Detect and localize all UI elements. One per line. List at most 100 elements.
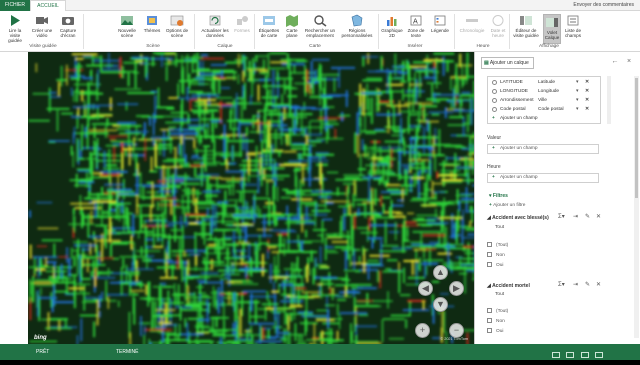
remove-field-icon[interactable]: ✕ bbox=[585, 87, 589, 96]
heat-streak bbox=[95, 160, 120, 162]
heat-streak bbox=[182, 194, 184, 214]
send-feedback-link[interactable]: Envoyer des commentaires bbox=[573, 0, 634, 11]
heat-streak bbox=[281, 197, 291, 199]
field-radio[interactable] bbox=[492, 80, 497, 85]
themes-button[interactable]: Thèmes bbox=[142, 14, 162, 33]
filters-section-header[interactable]: ▾ Filtres bbox=[489, 193, 508, 199]
tab-home[interactable]: ACCUEIL bbox=[30, 0, 66, 11]
delete-filter-icon[interactable]: ✕ bbox=[596, 213, 601, 220]
back-arrow-icon[interactable]: ← bbox=[611, 58, 619, 66]
shapes-button[interactable]: Formes bbox=[233, 14, 251, 33]
field-row-code-postal[interactable]: Code postal Code postal ▾ ✕ bbox=[490, 105, 602, 114]
remove-field-icon[interactable]: ✕ bbox=[585, 78, 589, 87]
play-tour-button[interactable]: Lire la visite guidée bbox=[4, 14, 26, 43]
field-radio[interactable] bbox=[492, 98, 497, 103]
sum-icon[interactable]: Σ▾ bbox=[558, 213, 565, 220]
chevron-down-icon[interactable]: ▾ bbox=[576, 78, 578, 87]
flat-map-button[interactable]: Carte plane bbox=[283, 14, 301, 38]
filter-1-option-yes[interactable]: Oui bbox=[487, 262, 503, 268]
field-list-scrollbar[interactable] bbox=[607, 76, 611, 124]
filter-apply-icon[interactable]: ⇥ bbox=[573, 213, 578, 220]
date-time-button[interactable]: Date et heure bbox=[489, 14, 507, 38]
field-row-latitude[interactable]: LATITUDE Latitude ▾ ✕ bbox=[490, 78, 602, 87]
filter-1-option-no[interactable]: Non bbox=[487, 252, 505, 258]
heat-streak bbox=[251, 206, 253, 218]
pan-down-button[interactable]: ▼ bbox=[433, 297, 448, 312]
filter-2-option-all[interactable]: (Tout) bbox=[487, 308, 508, 314]
sum-icon[interactable]: Σ▾ bbox=[558, 281, 565, 288]
create-video-button[interactable]: Créer une vidéo bbox=[30, 14, 54, 38]
filter-1-option-all[interactable]: (Tout) bbox=[487, 242, 508, 248]
remove-field-icon[interactable]: ✕ bbox=[585, 105, 589, 114]
add-layer-button[interactable]: ▤ Ajouter un calque bbox=[481, 57, 534, 69]
add-location-field[interactable]: + Ajouter un champ bbox=[490, 114, 602, 123]
filter-2-header[interactable]: ◢ Accident mortel bbox=[487, 283, 530, 289]
delete-filter-icon[interactable]: ✕ bbox=[596, 281, 601, 288]
heat-streak bbox=[126, 102, 128, 111]
heat-streak bbox=[102, 211, 108, 213]
refresh-data-button[interactable]: Actualiser les données bbox=[199, 14, 231, 38]
checkbox[interactable] bbox=[487, 262, 492, 267]
find-location-button[interactable]: Rechercher un emplacement bbox=[303, 14, 337, 38]
heat-streak bbox=[230, 110, 232, 128]
remove-field-icon[interactable]: ✕ bbox=[585, 96, 589, 105]
heatmap-map-view[interactable]: ▲ ◀ ▶ ▼ + − bing © 2021 TomTom bbox=[28, 52, 474, 344]
pan-right-button[interactable]: ▶ bbox=[449, 281, 464, 296]
checkbox[interactable] bbox=[487, 252, 492, 257]
zoom-slider-icon[interactable] bbox=[595, 352, 603, 358]
edit-icon[interactable]: ✎ bbox=[585, 281, 590, 288]
add-filter-button[interactable]: + Ajouter un filtre bbox=[489, 203, 525, 208]
heat-streak bbox=[197, 280, 206, 282]
heat-streak bbox=[61, 113, 73, 115]
pan-left-button[interactable]: ◀ bbox=[418, 281, 433, 296]
filter-apply-icon[interactable]: ⇥ bbox=[573, 281, 578, 288]
text-box-button[interactable]: A Zone de texte bbox=[405, 14, 427, 38]
map-labels-button[interactable]: Étiquettes de carte bbox=[257, 14, 281, 38]
checkbox[interactable] bbox=[487, 318, 492, 323]
zoom-out-button[interactable]: − bbox=[449, 323, 464, 338]
checkbox[interactable] bbox=[487, 328, 492, 333]
field-row-arrondissement[interactable]: Arrondissement Ville ▾ ✕ bbox=[490, 96, 602, 105]
fullscreen-icon[interactable] bbox=[581, 352, 589, 358]
screenshot-button[interactable]: Capture d'écran bbox=[57, 14, 79, 38]
field-list-button[interactable]: Liste de champs bbox=[562, 14, 584, 38]
scrollbar-thumb[interactable] bbox=[635, 78, 638, 198]
heat-streak bbox=[85, 300, 95, 302]
new-scene-button[interactable]: Nouvelle scène bbox=[115, 14, 139, 38]
custom-regions-button[interactable]: Régions personnalisées bbox=[339, 14, 375, 38]
normal-view-icon[interactable] bbox=[552, 352, 560, 358]
timeline-button[interactable]: Chronologie bbox=[457, 14, 487, 33]
heat-streak bbox=[288, 316, 290, 330]
heat-streak bbox=[28, 120, 50, 122]
page-view-icon[interactable] bbox=[566, 352, 574, 358]
filter-1-header[interactable]: ◢ Accident avec blessé(s) bbox=[487, 215, 549, 221]
zoom-in-button[interactable]: + bbox=[415, 323, 430, 338]
chevron-down-icon[interactable]: ▾ bbox=[576, 96, 578, 105]
layer-pane-scrollbar[interactable] bbox=[634, 76, 639, 338]
edit-icon[interactable]: ✎ bbox=[585, 213, 590, 220]
layer-pane-button[interactable]: Volet Calque bbox=[543, 14, 561, 44]
checkbox[interactable] bbox=[487, 308, 492, 313]
tab-file[interactable]: FICHIER bbox=[0, 0, 30, 11]
tour-editor-button[interactable]: Éditeur de visite guidée bbox=[511, 14, 541, 38]
checkbox[interactable] bbox=[487, 242, 492, 247]
heat-streak bbox=[236, 191, 259, 193]
pan-up-button[interactable]: ▲ bbox=[433, 265, 448, 280]
legend-button[interactable]: Légende bbox=[429, 14, 451, 33]
scene-options-button[interactable]: Options de scène bbox=[164, 14, 190, 38]
heat-streak bbox=[430, 163, 432, 175]
heat-streak bbox=[73, 91, 75, 102]
add-value-field[interactable]: Ajouter un champ bbox=[487, 144, 599, 154]
heat-streak bbox=[293, 269, 302, 271]
filter-2-option-no[interactable]: Non bbox=[487, 318, 505, 324]
chart-2d-button[interactable]: Graphique 2D bbox=[381, 14, 403, 38]
field-radio[interactable] bbox=[492, 89, 497, 94]
chevron-down-icon[interactable]: ▾ bbox=[576, 87, 578, 96]
close-pane-icon[interactable]: × bbox=[625, 58, 633, 66]
filter-2-option-yes[interactable]: Oui bbox=[487, 328, 503, 334]
field-row-longitude[interactable]: LONGITUDE Longitude ▾ ✕ bbox=[490, 87, 602, 96]
field-radio[interactable] bbox=[492, 107, 497, 112]
add-time-field[interactable]: Ajouter un champ bbox=[487, 173, 599, 183]
chevron-down-icon[interactable]: ▾ bbox=[576, 105, 578, 114]
heat-streak bbox=[400, 174, 402, 180]
